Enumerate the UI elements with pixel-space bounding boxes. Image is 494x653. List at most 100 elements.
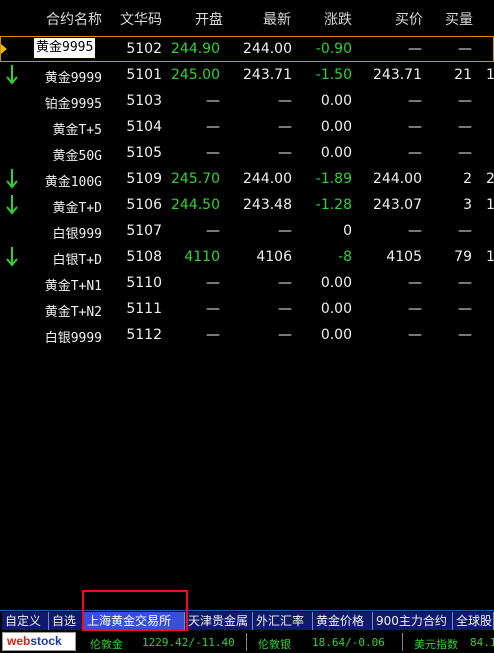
active-tab-highlight-box — [82, 590, 188, 632]
row-latest: 243.48 — [243, 197, 292, 213]
row-name: 黄金50G — [52, 149, 102, 164]
row-bid: — — [408, 223, 422, 239]
col-header-bid[interactable]: 买价 — [395, 9, 423, 29]
row-qty: 2 — [463, 171, 472, 187]
col-header-name[interactable]: 合约名称 — [46, 9, 102, 29]
row-code: 5106 — [126, 197, 162, 213]
tab-0[interactable]: 自定义 — [2, 612, 49, 630]
row-latest: — — [278, 327, 292, 343]
row-latest: — — [278, 301, 292, 317]
row-bid: — — [408, 275, 422, 291]
row-overflow-digit: 2 — [486, 171, 494, 187]
row-qty: 21 — [454, 67, 472, 83]
row-code: 5105 — [126, 145, 162, 161]
row-latest: — — [278, 223, 292, 239]
row-qty: 3 — [463, 197, 472, 213]
row-latest: — — [278, 145, 292, 161]
ticker-value-london-gold: 1229.42/-11.40 — [142, 636, 235, 649]
row-open: — — [206, 119, 220, 135]
row-bid: — — [408, 119, 422, 135]
tab-6[interactable]: 900主力合约 — [373, 612, 453, 630]
row-bid: — — [408, 93, 422, 109]
row-qty: 79 — [454, 249, 472, 265]
row-change: 0.00 — [320, 119, 352, 135]
table-row[interactable]: 黄金T+N2 5111 — — 0.00 — — — [0, 296, 494, 322]
table-row[interactable]: 黄金T+N1 5110 — — 0.00 — — — [0, 270, 494, 296]
row-code: 5109 — [126, 171, 162, 187]
tab-1[interactable]: 自选 — [49, 612, 84, 630]
table-row[interactable]: 黄金9995 5102 244.90 244.00 -0.90 — — — [0, 36, 494, 62]
row-code: 5104 — [126, 119, 162, 135]
row-overflow-digit: 1 — [486, 67, 494, 83]
row-code: 5101 — [126, 67, 162, 83]
row-latest: 4106 — [256, 249, 292, 265]
row-overflow-digit: 1 — [486, 197, 494, 213]
down-arrow-icon — [6, 247, 18, 267]
row-open: — — [206, 145, 220, 161]
table-row[interactable]: 黄金9999 5101 245.00 243.71 -1.50 243.71 21 1 — [0, 62, 494, 88]
row-name: 黄金T+N1 — [44, 279, 102, 294]
row-latest: 244.00 — [243, 171, 292, 187]
row-latest: — — [278, 119, 292, 135]
row-open: 244.90 — [171, 41, 220, 57]
down-arrow-icon — [6, 169, 18, 189]
col-header-qty[interactable]: 买量 — [445, 9, 473, 29]
row-change: 0.00 — [320, 93, 352, 109]
row-change: -8 — [338, 249, 352, 265]
row-code: 5108 — [126, 249, 162, 265]
row-bid: 243.71 — [373, 67, 422, 83]
tab-3[interactable]: 天津贵金属 — [185, 612, 253, 630]
row-change: -1.50 — [315, 67, 352, 83]
row-latest: 244.00 — [243, 41, 292, 57]
col-header-change[interactable]: 涨跌 — [324, 9, 352, 29]
row-change: 0.00 — [320, 275, 352, 291]
col-header-open[interactable]: 开盘 — [195, 9, 223, 29]
row-qty: — — [458, 41, 472, 57]
row-bid: 244.00 — [373, 171, 422, 187]
ticker-label-london-silver: 伦敦银 — [258, 638, 291, 651]
row-bid: 4105 — [386, 249, 422, 265]
ticker-label-london-gold: 伦敦金 — [90, 638, 123, 651]
row-change: -1.89 — [315, 171, 352, 187]
row-name: 黄金9995 — [34, 38, 96, 58]
row-name: 黄金T+5 — [52, 123, 102, 138]
tab-4[interactable]: 外汇汇率 — [253, 612, 313, 630]
row-open: — — [206, 275, 220, 291]
row-overflow-digit: 1 — [486, 249, 494, 265]
market-tabs: 自定义 自选 上海黄金交易所 天津贵金属 外汇汇率 黄金价格 900主力合约 全球股 — [0, 610, 494, 631]
table-header: 合约名称 文华码 开盘 最新 涨跌 买价 买量 — [0, 6, 494, 30]
row-change: 0.00 — [320, 301, 352, 317]
table-row[interactable]: 黄金100G 5109 245.70 244.00 -1.89 244.00 2 2 — [0, 166, 494, 192]
ticker-value-london-silver: 18.64/-0.06 — [312, 636, 385, 649]
row-open: — — [206, 301, 220, 317]
row-name: 白银9999 — [44, 331, 102, 346]
tab-7[interactable]: 全球股 — [453, 612, 494, 630]
row-open: 245.00 — [171, 67, 220, 83]
ticker-label-dollar-index: 美元指数 — [414, 638, 458, 651]
row-change: 0.00 — [320, 145, 352, 161]
ticker-bar: webstock 伦敦金 1229.42/-11.40 伦敦银 18.64/-0… — [0, 631, 494, 653]
table-row[interactable]: 白银T+D 5108 4110 4106 -8 4105 79 1 — [0, 244, 494, 270]
row-qty: — — [458, 223, 472, 239]
row-qty: — — [458, 327, 472, 343]
row-change: 0.00 — [320, 327, 352, 343]
table-row[interactable]: 黄金50G 5105 — — 0.00 — — — [0, 140, 494, 166]
tab-5[interactable]: 黄金价格 — [313, 612, 373, 630]
table-row[interactable]: 白银999 5107 — — 0 — — — [0, 218, 494, 244]
row-name: 黄金100G — [44, 175, 102, 190]
row-qty: — — [458, 93, 472, 109]
row-code: 5110 — [126, 275, 162, 291]
row-open: 244.50 — [171, 197, 220, 213]
col-header-code[interactable]: 文华码 — [120, 9, 162, 29]
row-qty: — — [458, 275, 472, 291]
table-row[interactable]: 黄金T+5 5104 — — 0.00 — — — [0, 114, 494, 140]
webstock-logo[interactable]: webstock — [2, 632, 76, 651]
row-bid: — — [408, 327, 422, 343]
table-row[interactable]: 白银9999 5112 — — 0.00 — — — [0, 322, 494, 348]
row-open: — — [206, 223, 220, 239]
row-bid: — — [408, 301, 422, 317]
row-change: 0 — [343, 223, 352, 239]
col-header-latest[interactable]: 最新 — [263, 9, 291, 29]
table-row[interactable]: 铂金9995 5103 — — 0.00 — — — [0, 88, 494, 114]
table-row[interactable]: 黄金T+D 5106 244.50 243.48 -1.28 243.07 3 1 — [0, 192, 494, 218]
